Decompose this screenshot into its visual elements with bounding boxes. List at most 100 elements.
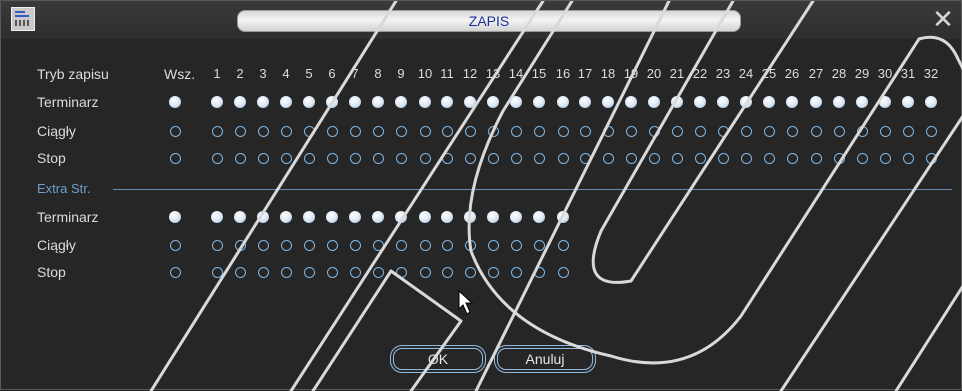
channel-radio[interactable]: [557, 96, 569, 108]
channel-radio[interactable]: [557, 266, 569, 278]
channel-radio[interactable]: [833, 96, 845, 108]
channel-radio[interactable]: [395, 125, 407, 137]
channel-radio[interactable]: [441, 125, 453, 137]
channel-radio[interactable]: [280, 211, 292, 223]
channel-radio[interactable]: [740, 152, 752, 164]
channel-radio[interactable]: [234, 266, 246, 278]
channel-radio[interactable]: [326, 125, 338, 137]
channel-radio[interactable]: [902, 125, 914, 137]
channel-radio[interactable]: [487, 211, 499, 223]
channel-radio[interactable]: [694, 125, 706, 137]
channel-radio[interactable]: [648, 96, 660, 108]
channel-radio[interactable]: [464, 125, 476, 137]
channel-radio[interactable]: [349, 152, 361, 164]
channel-radio[interactable]: [441, 211, 453, 223]
channel-radio[interactable]: [648, 152, 660, 164]
channel-radio[interactable]: [925, 152, 937, 164]
channel-radio[interactable]: [557, 152, 569, 164]
channel-radio[interactable]: [740, 96, 752, 108]
channel-radio[interactable]: [419, 125, 431, 137]
channel-radio[interactable]: [326, 239, 338, 251]
channel-radio[interactable]: [441, 239, 453, 251]
channel-radio[interactable]: [487, 266, 499, 278]
channel-radio[interactable]: [372, 239, 384, 251]
channel-radio[interactable]: [395, 152, 407, 164]
all-channels-radio[interactable]: [169, 239, 181, 251]
channel-radio[interactable]: [441, 266, 453, 278]
channel-radio[interactable]: [879, 152, 891, 164]
channel-radio[interactable]: [303, 266, 315, 278]
channel-radio[interactable]: [395, 211, 407, 223]
channel-radio[interactable]: [234, 152, 246, 164]
all-channels-radio[interactable]: [169, 266, 181, 278]
channel-radio[interactable]: [856, 152, 868, 164]
channel-radio[interactable]: [579, 125, 591, 137]
channel-radio[interactable]: [280, 266, 292, 278]
channel-radio[interactable]: [763, 96, 775, 108]
channel-radio[interactable]: [419, 211, 431, 223]
channel-radio[interactable]: [533, 211, 545, 223]
channel-radio[interactable]: [372, 152, 384, 164]
channel-radio[interactable]: [464, 239, 476, 251]
channel-radio[interactable]: [510, 239, 522, 251]
ok-button[interactable]: OK: [393, 348, 483, 370]
channel-radio[interactable]: [464, 96, 476, 108]
channel-radio[interactable]: [902, 96, 914, 108]
channel-radio[interactable]: [372, 266, 384, 278]
channel-radio[interactable]: [464, 152, 476, 164]
channel-radio[interactable]: [510, 152, 522, 164]
channel-radio[interactable]: [648, 125, 660, 137]
channel-radio[interactable]: [879, 125, 891, 137]
channel-radio[interactable]: [257, 96, 269, 108]
channel-radio[interactable]: [925, 96, 937, 108]
channel-radio[interactable]: [557, 239, 569, 251]
channel-radio[interactable]: [833, 125, 845, 137]
channel-radio[interactable]: [280, 96, 292, 108]
channel-radio[interactable]: [510, 125, 522, 137]
channel-radio[interactable]: [810, 96, 822, 108]
channel-radio[interactable]: [602, 96, 614, 108]
channel-radio[interactable]: [326, 96, 338, 108]
channel-radio[interactable]: [671, 152, 683, 164]
channel-radio[interactable]: [856, 96, 868, 108]
channel-radio[interactable]: [257, 125, 269, 137]
channel-radio[interactable]: [925, 125, 937, 137]
channel-radio[interactable]: [211, 125, 223, 137]
all-channels-radio[interactable]: [169, 211, 181, 223]
channel-radio[interactable]: [510, 266, 522, 278]
channel-radio[interactable]: [717, 96, 729, 108]
channel-radio[interactable]: [833, 152, 845, 164]
channel-radio[interactable]: [372, 211, 384, 223]
channel-radio[interactable]: [786, 125, 798, 137]
channel-radio[interactable]: [533, 125, 545, 137]
channel-radio[interactable]: [810, 152, 822, 164]
all-channels-radio[interactable]: [169, 125, 181, 137]
channel-radio[interactable]: [349, 96, 361, 108]
channel-radio[interactable]: [234, 239, 246, 251]
channel-radio[interactable]: [717, 152, 729, 164]
channel-radio[interactable]: [211, 239, 223, 251]
channel-radio[interactable]: [625, 152, 637, 164]
channel-radio[interactable]: [464, 266, 476, 278]
channel-radio[interactable]: [740, 125, 752, 137]
channel-radio[interactable]: [280, 125, 292, 137]
channel-radio[interactable]: [671, 125, 683, 137]
channel-radio[interactable]: [395, 266, 407, 278]
channel-radio[interactable]: [280, 239, 292, 251]
channel-radio[interactable]: [349, 239, 361, 251]
channel-radio[interactable]: [326, 266, 338, 278]
channel-radio[interactable]: [211, 211, 223, 223]
channel-radio[interactable]: [372, 96, 384, 108]
channel-radio[interactable]: [625, 96, 637, 108]
channel-radio[interactable]: [303, 125, 315, 137]
channel-radio[interactable]: [533, 266, 545, 278]
channel-radio[interactable]: [326, 152, 338, 164]
close-icon[interactable]: ✕: [931, 6, 955, 32]
channel-radio[interactable]: [303, 211, 315, 223]
channel-radio[interactable]: [579, 96, 591, 108]
channel-radio[interactable]: [234, 96, 246, 108]
channel-radio[interactable]: [395, 96, 407, 108]
channel-radio[interactable]: [671, 96, 683, 108]
channel-radio[interactable]: [487, 96, 499, 108]
channel-radio[interactable]: [419, 266, 431, 278]
